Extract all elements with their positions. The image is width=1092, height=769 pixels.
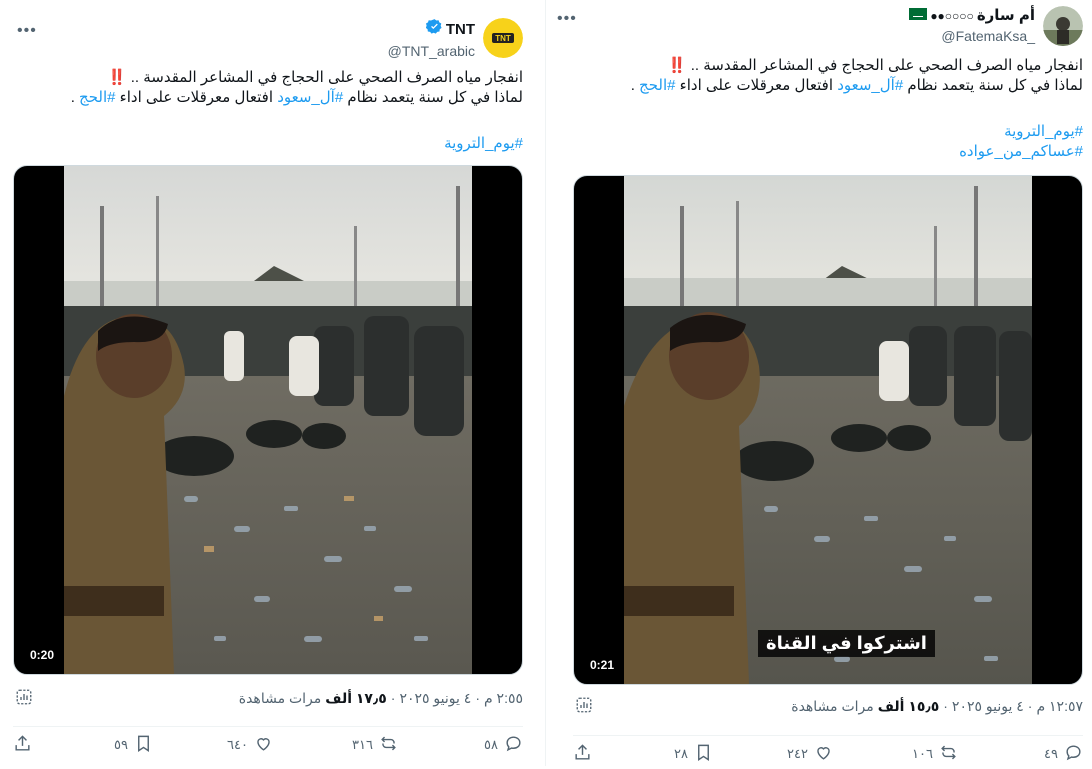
hashtag-list: #يوم_التروية <box>13 134 523 154</box>
handle[interactable]: @TNT_arabic <box>388 41 475 61</box>
repost-icon <box>939 743 958 765</box>
double-exclamation-emoji: ‼️ <box>667 57 687 74</box>
meta-separator: · <box>943 698 948 714</box>
more-icon[interactable]: ••• <box>557 10 577 28</box>
share-icon <box>573 743 592 765</box>
column-divider <box>545 0 546 766</box>
text-line: انفجار مياه الصرف الصحي على الحجاج في ال… <box>690 57 1083 74</box>
text-segment: . <box>70 89 75 106</box>
tweet-header: TNT TNT @TNT_arabic ••• <box>5 16 535 60</box>
tweet-date[interactable]: ٤ يونيو ٢٠٢٥ <box>399 690 471 707</box>
video-player[interactable]: 0:20 <box>13 165 523 675</box>
reply-button[interactable]: ٥٨ <box>484 730 523 760</box>
tweet-time[interactable]: ١٢:٥٧ م <box>1036 698 1083 715</box>
video-duration: 0:20 <box>26 646 59 664</box>
hashtag-link[interactable]: #الحج <box>79 89 115 106</box>
hashtag-list: #يوم_التروية #عساكم_من_عواده <box>573 122 1083 162</box>
action-bar: ٥٨ ٣١٦ ٦٤٠ ٥٩ <box>13 726 523 757</box>
share-button[interactable] <box>13 730 32 760</box>
display-name[interactable]: ●●○○○○ أم سارة <box>909 6 1035 26</box>
reply-button[interactable]: ٤٩ <box>1044 739 1083 769</box>
tweet-time[interactable]: ٢:٥٥ م <box>484 690 523 707</box>
repost-button[interactable]: ٣١٦ <box>352 730 398 760</box>
reply-count: ٥٨ <box>484 737 498 752</box>
bookmark-icon <box>694 743 713 765</box>
hashtag-link[interactable]: #عساكم_من_عواده <box>959 143 1083 160</box>
text-segment: لماذا في كل سنة يتعمد نظام <box>907 77 1083 94</box>
like-icon <box>814 743 833 765</box>
repost-icon <box>379 734 398 756</box>
share-icon <box>13 734 32 756</box>
avatar-logo-text: TNT <box>495 34 511 43</box>
display-name[interactable]: TNT <box>388 18 475 41</box>
reply-icon <box>1064 743 1083 765</box>
share-button[interactable] <box>573 739 592 769</box>
tweet-header: ●●○○○○ أم سارة @FatemaKsa_ ••• <box>557 4 1087 48</box>
text-segment: افتعال معرقلات على اداء <box>679 77 834 94</box>
hashtag-link[interactable]: #آل_سعود <box>837 77 903 94</box>
bookmark-count: ٥٩ <box>114 737 128 752</box>
text-segment: افتعال معرقلات على اداء <box>119 89 274 106</box>
like-count: ٢٤٢ <box>787 746 808 761</box>
video-caption: اشتركوا في القناة <box>758 630 935 657</box>
meta-separator: · <box>475 690 480 706</box>
verified-badge-icon <box>425 18 443 41</box>
views-label: مرات مشاهدة <box>238 689 322 706</box>
video-frame <box>624 176 1032 684</box>
hashtag-link[interactable]: #آل_سعود <box>277 89 343 106</box>
flag-icon <box>909 6 928 26</box>
text-line: انفجار مياه الصرف الصحي على الحجاج في ال… <box>130 69 523 86</box>
analytics-icon[interactable] <box>15 688 33 709</box>
meta-separator: · <box>390 690 396 706</box>
bookmark-button[interactable]: ٢٨ <box>674 739 713 769</box>
more-icon[interactable]: ••• <box>17 22 37 40</box>
hashtag-link[interactable]: #يوم_التروية <box>444 135 523 152</box>
meta-separator: · <box>1027 698 1033 714</box>
like-icon <box>254 734 273 756</box>
tweet-card[interactable]: ●●○○○○ أم سارة @FatemaKsa_ ••• انفجار مي… <box>557 0 1087 766</box>
reply-icon <box>504 734 523 756</box>
dots-icon: ●●○○○○ <box>930 9 974 23</box>
bookmark-count: ٢٨ <box>674 746 688 761</box>
handle[interactable]: @FatemaKsa_ <box>909 26 1035 46</box>
like-button[interactable]: ٢٤٢ <box>787 739 833 769</box>
tweet-text: انفجار مياه الصرف الصحي على الحجاج في ال… <box>13 68 523 108</box>
hashtag-link[interactable]: #يوم_التروية <box>1004 123 1083 140</box>
views-count: ١٥٫٥ ألف <box>877 697 940 714</box>
video-duration: 0:21 <box>586 656 619 674</box>
like-button[interactable]: ٦٤٠ <box>227 730 273 760</box>
double-exclamation-emoji: ‼️ <box>107 69 127 86</box>
text-segment: . <box>630 77 635 94</box>
tweet-card[interactable]: TNT TNT @TNT_arabic ••• انفجار مياه الصر… <box>5 0 535 766</box>
video-player[interactable]: اشتركوا في القناة 0:21 <box>573 175 1083 685</box>
views-count: ١٧٫٥ ألف <box>325 689 387 706</box>
reply-count: ٤٩ <box>1044 746 1058 761</box>
analytics-icon[interactable] <box>575 696 593 717</box>
repost-count: ١٠٦ <box>912 746 933 761</box>
tweet-text: انفجار مياه الصرف الصحي على الحجاج في ال… <box>573 56 1083 96</box>
like-count: ٦٤٠ <box>227 737 248 752</box>
tweet-meta: ٢:٥٥ م · ٤ يونيو ٢٠٢٥ · ١٧٫٥ ألف مرات مش… <box>13 688 523 708</box>
video-frame <box>64 166 472 674</box>
avatar[interactable]: TNT <box>483 18 523 58</box>
avatar[interactable] <box>1043 6 1083 46</box>
bookmark-icon <box>134 734 153 756</box>
repost-button[interactable]: ١٠٦ <box>912 739 958 769</box>
display-name-text: أم سارة <box>976 7 1035 24</box>
tweet-date[interactable]: ٤ يونيو ٢٠٢٥ <box>952 698 1024 715</box>
text-segment: لماذا في كل سنة يتعمد نظام <box>347 89 523 106</box>
action-bar: ٤٩ ١٠٦ ٢٤٢ ٢٨ <box>573 735 1083 766</box>
bookmark-button[interactable]: ٥٩ <box>114 730 153 760</box>
tweet-meta: ١٢:٥٧ م · ٤ يونيو ٢٠٢٥ · ١٥٫٥ ألف مرات م… <box>573 696 1083 716</box>
views-label: مرات مشاهدة <box>791 697 874 714</box>
display-name-text: TNT <box>445 20 475 38</box>
hashtag-link[interactable]: #الحج <box>639 77 675 94</box>
repost-count: ٣١٦ <box>352 737 373 752</box>
